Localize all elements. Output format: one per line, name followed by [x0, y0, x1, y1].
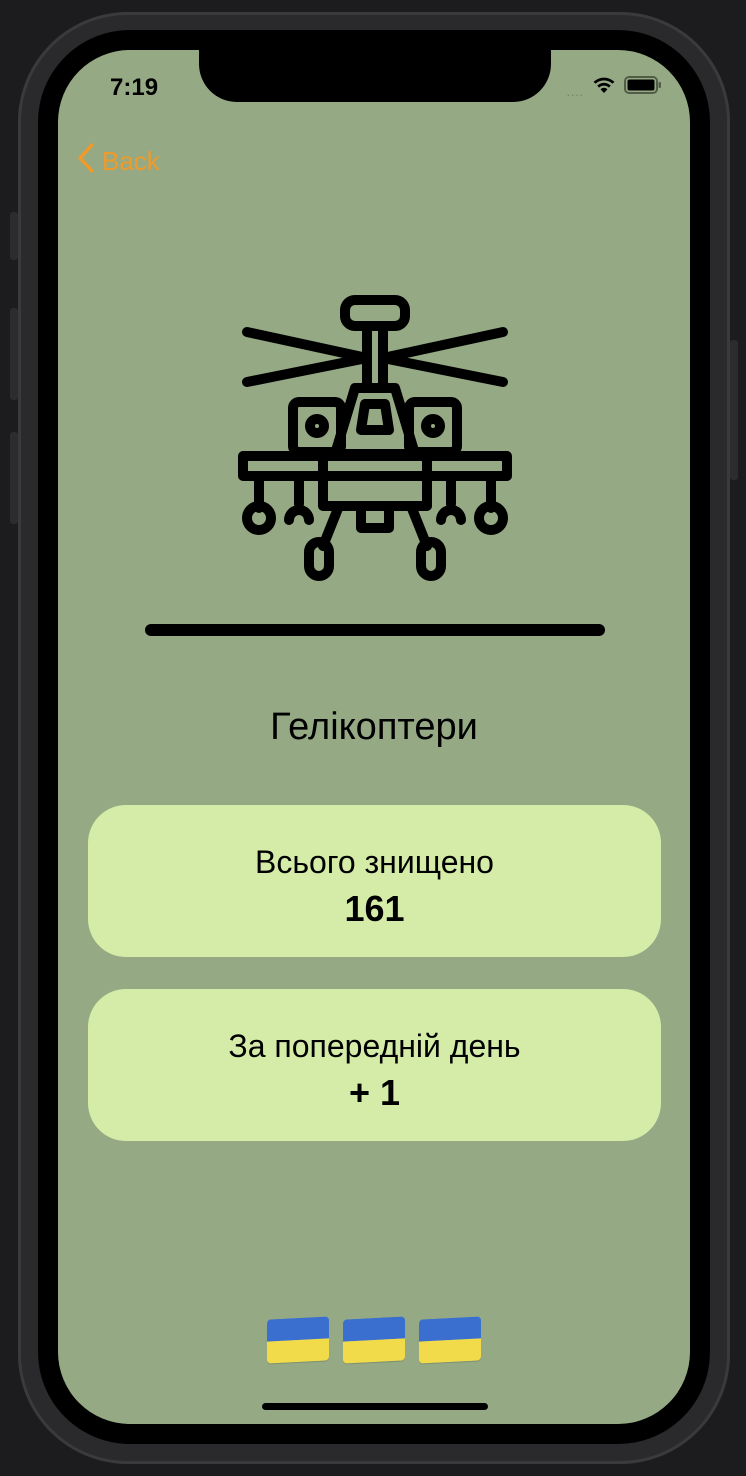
- chevron-left-icon: [76, 142, 96, 181]
- wifi-icon: [592, 76, 616, 99]
- stat-card-previous-day: За попередній день + 1: [88, 989, 661, 1141]
- camera-notch: [199, 50, 551, 102]
- category-title: Гелікоптери: [270, 706, 478, 748]
- home-indicator[interactable]: [262, 1403, 488, 1410]
- status-time: 7:19: [110, 74, 159, 101]
- flags-row: [58, 1316, 690, 1364]
- power-button: [730, 340, 738, 480]
- ukraine-flag-icon: [343, 1316, 405, 1364]
- stat-value: + 1: [348, 1072, 401, 1113]
- cellular-signal: ....: [566, 84, 584, 99]
- status-indicators: ....: [567, 76, 662, 99]
- back-label: Back: [102, 146, 160, 176]
- stat-card-total: Всього знищено 161: [88, 805, 661, 957]
- ukraine-flag-icon: [267, 1316, 329, 1364]
- volume-up-button: [10, 308, 18, 400]
- silent-switch: [10, 212, 18, 260]
- stat-label: Всього знищено: [255, 844, 494, 880]
- stat-value: 161: [344, 888, 405, 929]
- back-button[interactable]: Back: [76, 142, 160, 181]
- ukraine-flag-icon: [419, 1316, 481, 1364]
- battery-icon: [624, 76, 662, 99]
- divider: [145, 624, 605, 636]
- stat-label: За попередній день: [228, 1028, 521, 1064]
- volume-down-button: [10, 432, 18, 524]
- helicopter-icon: [237, 292, 513, 582]
- app-screen: 7:19 .... Back Гелікоптери Всього знищен…: [58, 50, 690, 1424]
